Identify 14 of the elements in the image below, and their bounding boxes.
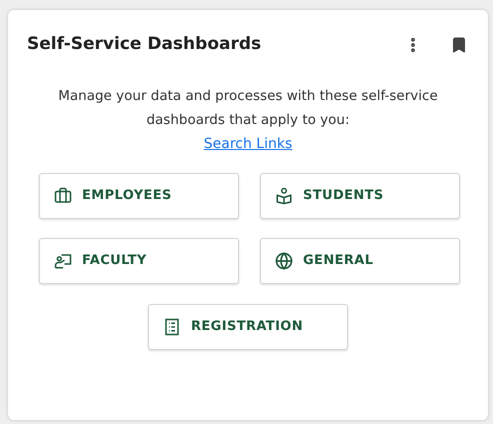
dashboard-button[interactable]: GENERAL: [260, 238, 460, 284]
briefcase-icon: [54, 186, 72, 204]
dashboard-button[interactable]: EMPLOYEES: [39, 172, 239, 218]
globe-icon: [275, 252, 293, 270]
card-description: Manage your data and processes with these self-service dashboards that apply to you:: [57, 86, 439, 130]
dashboard-button[interactable]: REGISTRATION: [148, 304, 348, 350]
presenter-icon: [54, 252, 72, 270]
card-title: Self-Service Dashboards: [27, 33, 262, 56]
list-icon: [163, 318, 181, 336]
dashboard-button[interactable]: STUDENTS: [260, 172, 460, 218]
bookmark-icon[interactable]: [450, 36, 468, 54]
search-links-link[interactable]: Search Links: [204, 134, 292, 154]
dashboard-button[interactable]: FACULTY: [39, 238, 239, 284]
person-reading-icon: [275, 186, 293, 204]
